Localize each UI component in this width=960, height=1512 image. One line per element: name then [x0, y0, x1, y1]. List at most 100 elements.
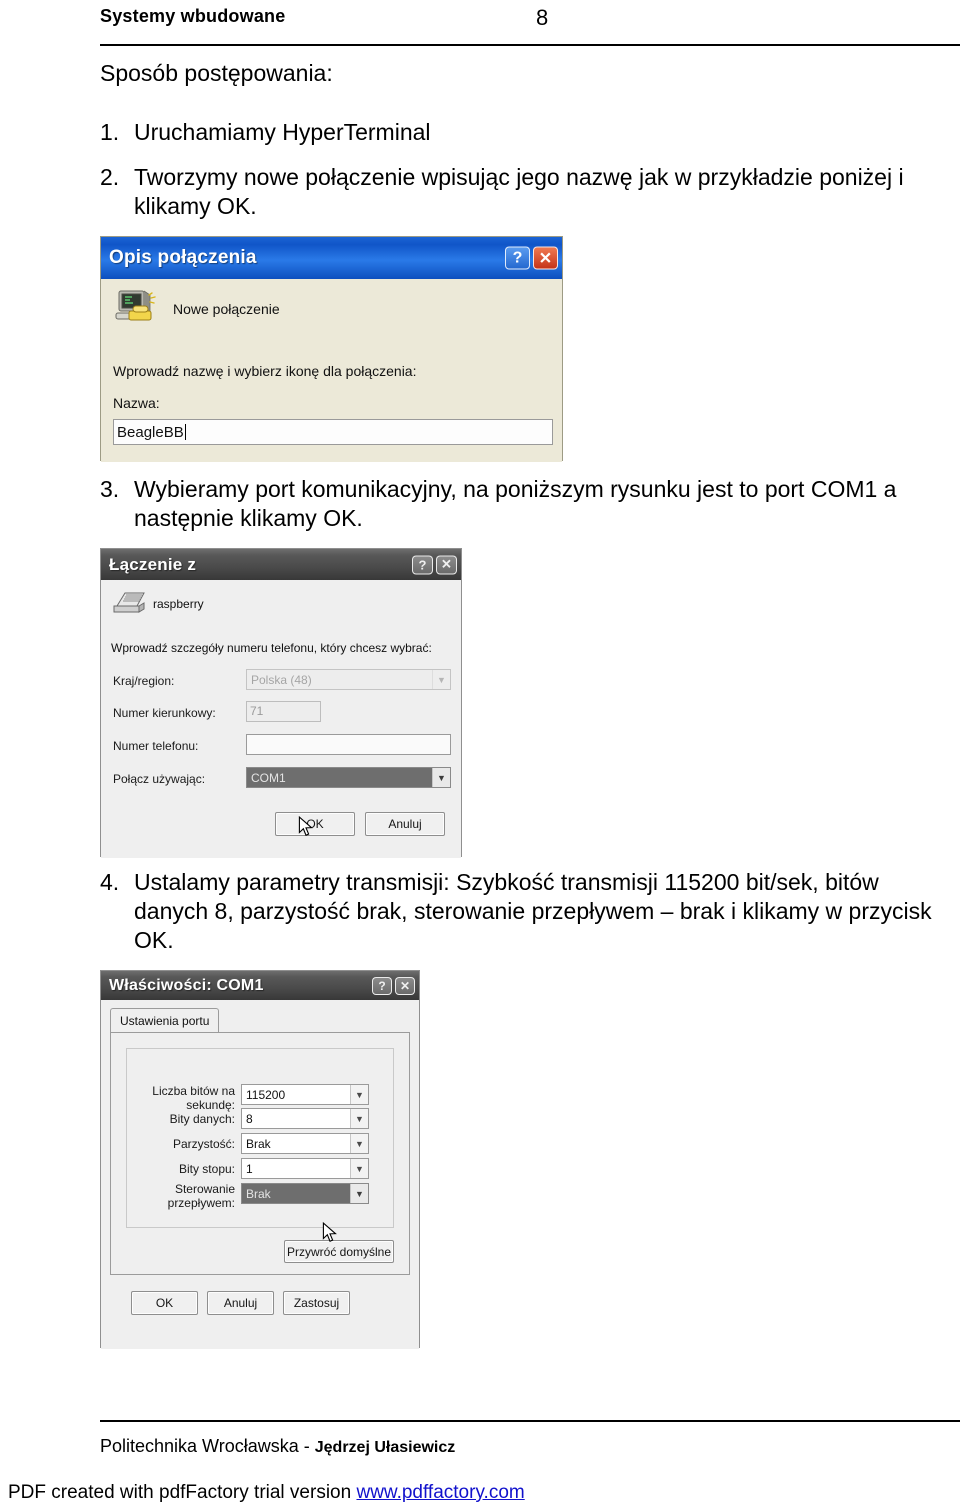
tab-port-settings[interactable]: Ustawienia portu: [110, 1008, 220, 1033]
cancel-button[interactable]: Anuluj: [207, 1291, 274, 1315]
instruction-text: Wprowadź nazwę i wybierz ikonę dla połąc…: [113, 363, 417, 379]
area-code-input[interactable]: 71: [246, 701, 321, 722]
instruction-text: Wprowadź szczegóły numeru telefonu, któr…: [111, 641, 432, 655]
step-text: Uruchamiamy HyperTerminal: [134, 119, 431, 145]
area-code-label: Numer kierunkowy:: [113, 706, 216, 720]
connection-name-value: BeagleBB: [117, 423, 184, 441]
bits-per-second-value: 115200: [246, 1087, 286, 1102]
dialog-title: Opis połączenia: [109, 247, 257, 268]
mouse-cursor-icon: [298, 816, 313, 836]
step-item-3: 3. Wybieramy port komunikacyjny, na poni…: [100, 475, 940, 533]
footer-divider: [100, 1420, 960, 1422]
stop-bits-label: Bity stopu:: [178, 1162, 235, 1176]
titlebar-inner: Właściwości: COM1 ? ✕: [101, 971, 419, 1000]
label-line2: przepływem:: [167, 1196, 235, 1210]
document-page: Systemy wbudowane 8 Sposób postępowania:…: [0, 0, 960, 1512]
label-line2: sekundę:: [186, 1098, 235, 1112]
country-region-label: Kraj/region:: [113, 674, 175, 688]
connection-name-input[interactable]: BeagleBB: [113, 419, 553, 445]
phone-number-input[interactable]: [246, 734, 451, 755]
connect-using-combo[interactable]: COM1 ▼: [246, 767, 451, 788]
dialog-titlebar[interactable]: Łączenie z ? ✕: [101, 549, 461, 580]
help-icon[interactable]: ?: [412, 555, 433, 574]
data-bits-value: 8: [246, 1111, 253, 1126]
help-icon[interactable]: ?: [372, 976, 392, 995]
stop-bits-value: 1: [246, 1161, 253, 1176]
footer-credit: Politechnika Wrocławska - Jędrzej Ułasie…: [100, 1436, 455, 1457]
pdf-factory-notice: PDF created with pdfFactory trial versio…: [8, 1482, 525, 1504]
footer-author: Jędrzej Ułasiewicz: [314, 1439, 456, 1456]
pdf-notice-text: PDF created with pdfFactory trial versio…: [8, 1482, 357, 1503]
close-icon[interactable]: ✕: [533, 246, 558, 270]
country-region-value: Polska (48): [251, 672, 312, 687]
step-item-2: 2. Tworzymy nowe połączenie wpisując jeg…: [100, 163, 940, 221]
dialog-titlebar[interactable]: Właściwości: COM1 ? ✕: [101, 971, 419, 1000]
help-icon[interactable]: ?: [505, 246, 530, 270]
chevron-down-icon: ▼: [350, 1159, 368, 1178]
step-number: 3.: [100, 476, 120, 502]
chevron-down-icon: ▼: [350, 1134, 368, 1153]
name-label: Nazwa:: [113, 395, 160, 411]
close-icon[interactable]: ✕: [395, 976, 415, 995]
dialog-titlebar[interactable]: Opis połączenia ? ✕: [101, 237, 562, 279]
dialog-title: Właściwości: COM1: [109, 976, 264, 994]
titlebar-buttons: ? ✕: [372, 976, 415, 995]
ok-button[interactable]: OK: [275, 812, 355, 836]
dialog-body: Nowe połączenie Wprowadź nazwę i wybierz…: [101, 279, 562, 462]
parity-value: Brak: [246, 1136, 271, 1151]
close-icon[interactable]: ✕: [436, 555, 457, 574]
footer-institution: Politechnika Wrocławska -: [100, 1436, 315, 1456]
mouse-cursor-icon: [322, 1222, 337, 1242]
new-connection-label: Nowe połączenie: [173, 301, 280, 317]
restore-defaults-button[interactable]: Przywróć domyślne: [284, 1240, 394, 1263]
header-document-title: Systemy wbudowane: [100, 6, 286, 26]
new-connection-icon: [115, 290, 156, 321]
parity-combo[interactable]: Brak ▼: [241, 1133, 369, 1154]
bits-per-second-label: Liczba bitów na sekundę:: [135, 1084, 235, 1112]
modem-icon: [113, 592, 145, 613]
apply-button[interactable]: Zastosuj: [283, 1291, 350, 1315]
chevron-down-icon: ▼: [350, 1184, 368, 1203]
flow-control-value: Brak: [242, 1184, 350, 1203]
ok-button[interactable]: OK: [131, 1291, 198, 1315]
dialog-com1-properties: Właściwości: COM1 ? ✕ Ustawienia portu L…: [100, 970, 420, 1349]
header-page-number: 8: [536, 5, 549, 30]
chevron-down-icon: ▼: [350, 1109, 368, 1128]
step-number: 2.: [100, 164, 120, 190]
dialog-body: Ustawienia portu Liczba bitów na sekundę…: [101, 1000, 419, 1349]
cancel-button[interactable]: Anuluj: [365, 812, 445, 836]
pdf-factory-link[interactable]: www.pdffactory.com: [356, 1482, 524, 1503]
step-text: Tworzymy nowe połączenie wpisując jego n…: [134, 164, 904, 219]
data-bits-label: Bity danych:: [169, 1112, 235, 1126]
parity-label: Parzystość:: [172, 1137, 235, 1151]
chevron-down-icon: ▼: [350, 1085, 368, 1104]
step-item-4: 4. Ustalamy parametry transmisji: Szybko…: [100, 868, 940, 955]
header-divider: [100, 44, 960, 46]
connect-using-label: Połącz używając:: [113, 772, 206, 786]
section-lead-text: Sposób postępowania:: [100, 60, 333, 86]
connect-using-value: COM1: [247, 768, 432, 787]
chevron-down-icon: ▼: [432, 768, 450, 787]
label-line1: Liczba bitów na: [152, 1084, 235, 1098]
step-number: 1.: [100, 119, 120, 145]
step-item-1: 1. Uruchamiamy HyperTerminal: [100, 118, 940, 147]
titlebar-buttons: ? ✕: [412, 555, 457, 574]
connection-icon-label: raspberry: [153, 597, 204, 611]
dialog-title: Łączenie z: [109, 554, 197, 574]
phone-number-label: Numer telefonu:: [113, 739, 199, 753]
flow-control-label: Sterowanie przepływem:: [135, 1182, 235, 1210]
dialog-connection-description: Opis połączenia ? ✕ Nowe połączenie Wpro…: [100, 236, 563, 462]
stop-bits-combo[interactable]: 1 ▼: [241, 1158, 369, 1179]
bits-per-second-combo[interactable]: 115200 ▼: [241, 1084, 369, 1105]
step-text: Ustalamy parametry transmisji: Szybkość …: [134, 869, 932, 953]
country-region-combo[interactable]: Polska (48) ▼: [246, 669, 451, 690]
step-number: 4.: [100, 869, 120, 895]
titlebar-buttons: ? ✕: [505, 246, 558, 270]
titlebar-inner: Opis połączenia ? ✕: [101, 237, 562, 279]
flow-control-combo[interactable]: Brak ▼: [241, 1183, 369, 1204]
dialog-body: raspberry Wprowadź szczegóły numeru tele…: [101, 580, 461, 858]
data-bits-combo[interactable]: 8 ▼: [241, 1108, 369, 1129]
dialog-connect-to: Łączenie z ? ✕ raspberry Wprowadź szczeg…: [100, 548, 462, 858]
area-code-value: 71: [250, 704, 264, 718]
page-header: Systemy wbudowane 8: [100, 5, 860, 34]
